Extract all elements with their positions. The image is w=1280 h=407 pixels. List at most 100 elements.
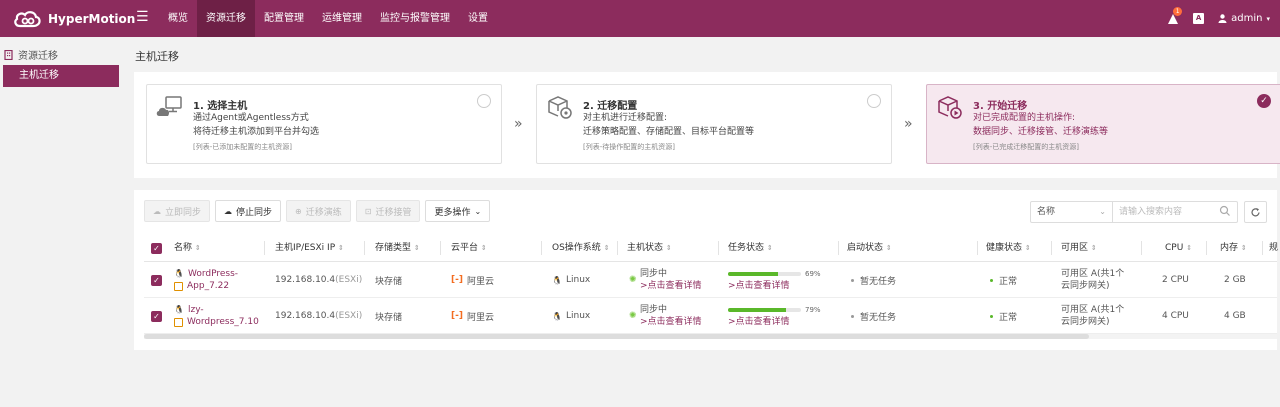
- sort-icon: ⇕: [665, 244, 672, 252]
- host-state-details-link[interactable]: >点击查看详情: [640, 316, 702, 328]
- host-name-line: WordPress-: [187, 269, 239, 279]
- button-label: 立即同步: [165, 207, 202, 218]
- step-description: 通过Agent或Agentless方式 将待迁移主机添加到平台并勾选: [193, 111, 319, 139]
- linux-icon: 🐧: [552, 311, 562, 321]
- col-mem[interactable]: 内存 ⇕: [1220, 234, 1247, 262]
- alert-bell-icon[interactable]: 1: [1167, 6, 1183, 25]
- col-label: 云平台: [451, 243, 479, 253]
- page-title: 主机迁移: [135, 50, 179, 63]
- health-state: 正常: [990, 262, 1017, 298]
- step-desc-line: 数据同步、迁移接管、迁移演练等: [973, 127, 1109, 137]
- col-health[interactable]: 健康状态 ⇕: [986, 234, 1031, 262]
- host-name[interactable]: 🐧 WordPress- App_7.22: [174, 262, 238, 298]
- task-state: 79% >点击查看详情: [728, 298, 821, 334]
- column-divider: [718, 241, 719, 255]
- os-name: Linux: [565, 275, 591, 285]
- health-text: 正常: [999, 312, 1018, 323]
- step-description: 对已完成配置的主机操作: 数据同步、迁移接管、迁移演练等: [973, 111, 1108, 139]
- host-name[interactable]: 🐧 lzy- Wordpress_7.10: [174, 298, 259, 334]
- app-logo[interactable]: HyperMotion: [12, 8, 135, 30]
- step-start-migration[interactable]: 3. 开始迁移 对已完成配置的主机操作: 数据同步、迁移接管、迁移演练等 [列表…: [926, 84, 1280, 164]
- row-checkbox[interactable]: ✓: [151, 262, 162, 298]
- nav-ops-management[interactable]: 运维管理: [313, 0, 371, 37]
- button-label: 迁移接管: [375, 207, 412, 218]
- status-dot: [851, 314, 854, 318]
- menu-toggle-icon[interactable]: ☰: [136, 10, 150, 24]
- refresh-icon: [1251, 207, 1260, 216]
- nav-settings[interactable]: 设置: [459, 0, 497, 37]
- status-dot: [990, 314, 993, 318]
- top-navbar: HyperMotion ☰ 概览 资源迁移 配置管理 运维管理 监控与报警管理 …: [0, 0, 1280, 37]
- col-extra[interactable]: 规: [1269, 234, 1278, 262]
- col-az[interactable]: 可用区 ⇕: [1061, 234, 1097, 262]
- status-dot: [990, 278, 993, 282]
- chevron-down-icon: ⌄: [474, 206, 482, 216]
- check-circle-icon[interactable]: ✓: [1257, 94, 1271, 108]
- user-menu[interactable]: admin ▾: [1218, 13, 1270, 24]
- progress-percent: 79%: [805, 306, 821, 314]
- nav-config-management[interactable]: 配置管理: [255, 0, 313, 37]
- step-desc-line: 迁移策略配置、存储配置、目标平台配置等: [583, 127, 755, 137]
- sync-now-button[interactable]: ☁ 立即同步: [144, 200, 211, 222]
- double-chevron-right-icon: »: [514, 116, 523, 132]
- linux-icon: 🐧: [174, 269, 184, 278]
- col-name[interactable]: 名称 ⇕: [174, 234, 201, 262]
- table-row[interactable]: ✓ 🐧 lzy- Wordpress_7.10 192.168.10.4 (ESXi…: [144, 298, 1277, 334]
- select-all-checkbox[interactable]: ✓: [151, 243, 162, 254]
- migration-takeover-button[interactable]: ⊡ 迁移接管: [355, 200, 421, 222]
- box-gear-icon: [548, 96, 572, 119]
- search-input[interactable]: 请输入搜索内容: [1113, 201, 1238, 223]
- migration-drill-button[interactable]: ⊕ 迁移演练: [286, 200, 351, 222]
- step-radio[interactable]: [867, 94, 881, 108]
- host-state-text: 同步中: [640, 269, 668, 279]
- col-storage[interactable]: 存储类型 ⇕: [375, 234, 420, 262]
- language-icon[interactable]: A: [1193, 13, 1205, 24]
- col-cloud[interactable]: 云平台 ⇕: [451, 234, 487, 262]
- cpu-count: 4 CPU: [1162, 311, 1189, 321]
- search-field-select[interactable]: 名称 ⌄: [1030, 201, 1113, 223]
- memory-size: 4 GB: [1224, 311, 1246, 321]
- step-migration-config[interactable]: 2. 迁移配置 对主机进行迁移配置: 迁移策略配置、存储配置、目标平台配置等 […: [536, 84, 892, 164]
- cloud-name: 阿里云: [466, 276, 494, 287]
- step-note: [列表-待操作配置的主机资源]: [583, 143, 675, 151]
- nav-overview[interactable]: 概览: [159, 0, 197, 37]
- col-task-state[interactable]: 任务状态 ⇕: [728, 234, 773, 262]
- username: admin: [1231, 13, 1263, 24]
- col-ip[interactable]: 主机IP/ESXi IP ⇕: [275, 234, 344, 262]
- double-chevron-right-icon: »: [904, 116, 913, 132]
- col-boot-state[interactable]: 启动状态 ⇕: [847, 234, 892, 262]
- table-row[interactable]: ✓ 🐧 WordPress- App_7.22 192.168.10.4 (ESXi…: [144, 262, 1277, 298]
- stop-sync-button[interactable]: ☁ 停止同步: [215, 200, 282, 222]
- column-divider: [977, 241, 978, 255]
- horizontal-scrollbar[interactable]: [144, 334, 1089, 339]
- nav-monitoring-alerts[interactable]: 监控与报警管理: [371, 0, 459, 37]
- progress-bar: [728, 308, 801, 312]
- col-host-state[interactable]: 主机状态 ⇕: [627, 234, 672, 262]
- step-select-host[interactable]: 1. 选择主机 通过Agent或Agentless方式 将待迁移主机添加到平台并…: [146, 84, 502, 164]
- sidebar-item-host-migration[interactable]: 主机迁移: [3, 65, 119, 87]
- column-divider: [264, 241, 265, 255]
- task-details-link[interactable]: >点击查看详情: [728, 280, 790, 292]
- row-checkbox[interactable]: ✓: [151, 298, 162, 334]
- storage-type: 块存储: [375, 276, 403, 287]
- sort-icon: ⇕: [413, 244, 420, 252]
- more-actions-button[interactable]: 更多操作 ⌄: [425, 200, 491, 222]
- migration-steps: 1. 选择主机 通过Agent或Agentless方式 将待迁移主机添加到平台并…: [134, 72, 1280, 178]
- search-icon[interactable]: [1219, 205, 1231, 217]
- takeover-icon: ⊡: [364, 206, 372, 216]
- sort-icon: ⇕: [338, 244, 344, 252]
- col-label: 名称: [174, 243, 193, 253]
- col-os[interactable]: OS操作系统 ⇕: [552, 234, 610, 262]
- host-state-details-link[interactable]: >点击查看详情: [640, 280, 702, 292]
- main-nav: 概览 资源迁移 配置管理 运维管理 监控与报警管理 设置: [159, 0, 497, 37]
- refresh-button[interactable]: [1244, 201, 1267, 223]
- step-radio[interactable]: [477, 94, 491, 108]
- col-cpu[interactable]: CPU ⇕: [1165, 234, 1192, 262]
- task-details-link[interactable]: >点击查看详情: [728, 316, 790, 328]
- os-type: 🐧 Linux: [552, 298, 590, 334]
- nav-resource-migration[interactable]: 资源迁移: [197, 0, 255, 37]
- progress-percent: 69%: [805, 270, 821, 278]
- step-desc-line: 对主机进行迁移配置:: [583, 113, 668, 123]
- step-note: [列表-已完成迁移配置的主机资源]: [973, 143, 1079, 151]
- sidebar-section-label: 资源迁移: [18, 51, 58, 62]
